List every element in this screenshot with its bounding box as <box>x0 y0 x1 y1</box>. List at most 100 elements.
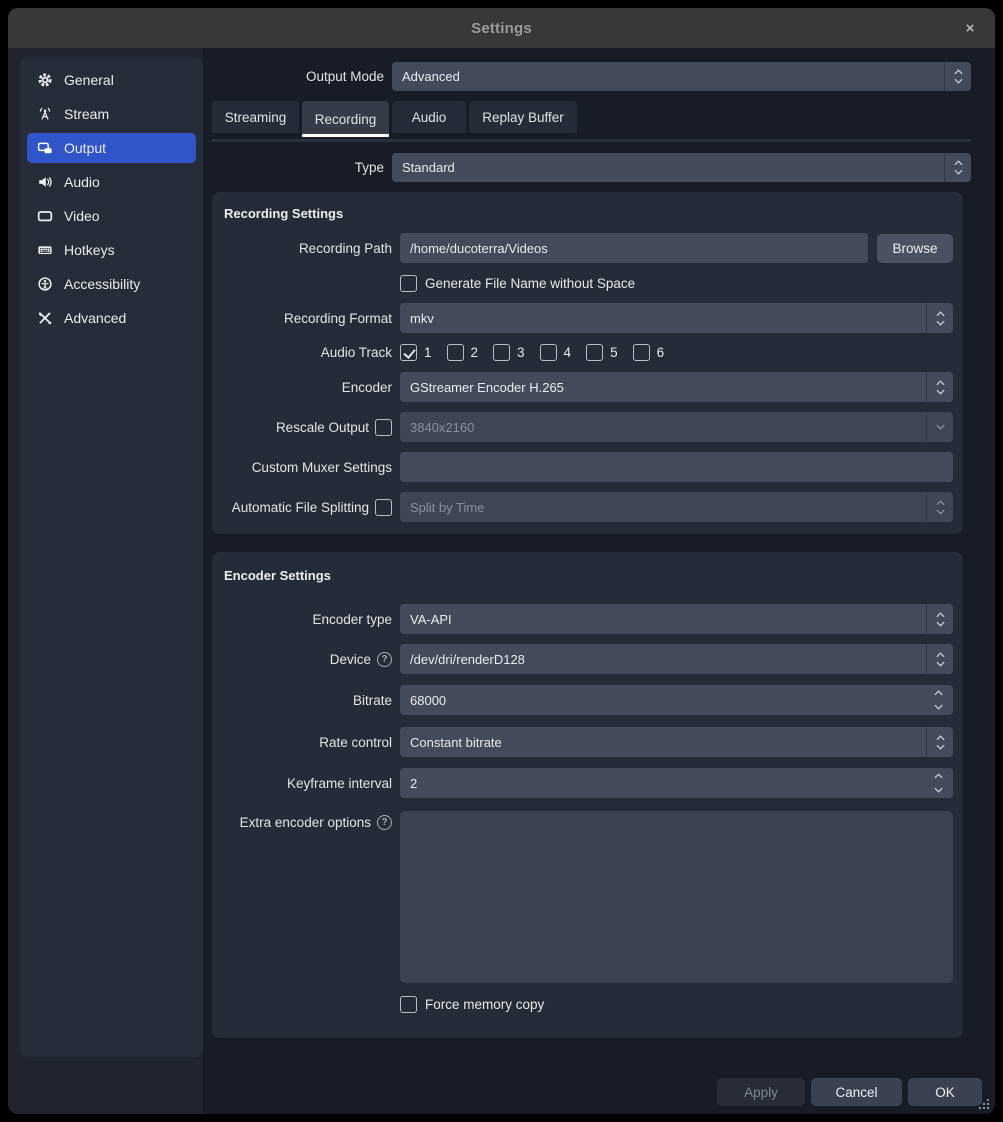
encoder-type-select[interactable]: VA-API <box>400 604 953 634</box>
sidebar-item-label: Output <box>64 140 106 156</box>
rate-control-label: Rate control <box>222 735 392 750</box>
encoder-select[interactable]: GStreamer Encoder H.265 <box>400 372 953 402</box>
generate-no-space-checkbox[interactable] <box>400 275 417 292</box>
speaker-icon <box>37 174 53 190</box>
sidebar-item-accessibility[interactable]: Accessibility <box>27 269 196 299</box>
sidebar-item-hotkeys[interactable]: Hotkeys <box>27 235 196 265</box>
close-icon[interactable]: × <box>959 8 981 48</box>
spinner-arrows-icon <box>926 492 953 522</box>
audio-track-2[interactable]: 2 <box>447 344 479 361</box>
audio-track-3-checkbox[interactable] <box>493 344 510 361</box>
spinner-arrows-icon[interactable] <box>926 644 953 674</box>
help-icon[interactable]: ? <box>377 652 392 667</box>
output-mode-label: Output Mode <box>212 69 384 84</box>
encoder-label: Encoder <box>222 380 392 395</box>
auto-split-row: Automatic File Splitting Split by Time <box>222 492 953 522</box>
sidebar-item-advanced[interactable]: Advanced <box>27 303 196 333</box>
ok-button[interactable]: OK <box>908 1078 982 1106</box>
sidebar-item-stream[interactable]: Stream <box>27 99 196 129</box>
tab-recording[interactable]: Recording <box>302 101 389 137</box>
browse-button[interactable]: Browse <box>877 234 953 263</box>
audio-track-4-checkbox[interactable] <box>540 344 557 361</box>
device-select[interactable]: /dev/dri/renderD128 <box>400 644 953 674</box>
spinner-arrows-icon[interactable] <box>944 62 971 91</box>
keyframe-interval-row: Keyframe interval 2 <box>222 768 953 798</box>
auto-split-select: Split by Time <box>400 492 953 522</box>
audio-track-label: Audio Track <box>222 345 392 360</box>
custom-muxer-input[interactable] <box>400 452 953 482</box>
recording-path-value: /home/ducoterra/Videos <box>400 241 868 256</box>
encoder-row: Encoder GStreamer Encoder H.265 <box>222 372 953 402</box>
recording-path-input[interactable]: /home/ducoterra/Videos <box>400 233 868 263</box>
sidebar-item-general[interactable]: General <box>27 65 196 95</box>
bitrate-spinner[interactable]: 68000 <box>400 685 953 715</box>
main-content: Output Mode Advanced Streaming Recording… <box>203 48 995 1114</box>
sidebar-item-video[interactable]: Video <box>27 201 196 231</box>
rate-control-value: Constant bitrate <box>400 735 926 750</box>
force-memory-copy-checkbox[interactable] <box>400 996 417 1013</box>
auto-split-label: Automatic File Splitting <box>232 500 369 515</box>
generate-no-space-label: Generate File Name without Space <box>425 276 635 291</box>
recording-format-select[interactable]: mkv <box>400 303 953 333</box>
tab-audio[interactable]: Audio <box>392 101 466 133</box>
output-mode-row: Output Mode Advanced <box>212 62 971 91</box>
audio-track-5-checkbox[interactable] <box>586 344 603 361</box>
sidebar-item-output[interactable]: Output <box>27 133 196 163</box>
encoder-settings-panel: Encoder Settings Encoder type VA-API <box>212 552 963 1038</box>
audio-track-4[interactable]: 4 <box>540 344 572 361</box>
cancel-button[interactable]: Cancel <box>811 1078 902 1106</box>
spinner-arrows-icon[interactable] <box>926 604 953 634</box>
bitrate-label: Bitrate <box>222 693 392 708</box>
extra-options-label: Extra encoder options <box>240 815 371 830</box>
bitrate-row: Bitrate 68000 <box>222 685 953 715</box>
output-tabs: Streaming Recording Audio Replay Buffer <box>212 101 971 137</box>
rescale-output-checkbox[interactable] <box>375 419 392 436</box>
settings-window-frame: Settings × General <box>0 0 1003 1122</box>
audio-track-6[interactable]: 6 <box>633 344 665 361</box>
sidebar-item-label: Accessibility <box>64 276 140 292</box>
apply-button[interactable]: Apply <box>717 1078 805 1106</box>
stepper-arrows-icon[interactable] <box>923 685 953 715</box>
sidebar-item-label: Audio <box>64 174 100 190</box>
encoder-type-row: Encoder type VA-API <box>222 604 953 634</box>
titlebar[interactable]: Settings × <box>8 8 995 48</box>
rescale-output-select: 3840x2160 <box>400 412 953 442</box>
output-icon <box>37 140 53 156</box>
encoder-type-value: VA-API <box>400 612 926 627</box>
keyframe-interval-spinner[interactable]: 2 <box>400 768 953 798</box>
help-icon[interactable]: ? <box>377 815 392 830</box>
device-value: /dev/dri/renderD128 <box>400 652 926 667</box>
rate-control-select[interactable]: Constant bitrate <box>400 727 953 757</box>
tab-replay-buffer[interactable]: Replay Buffer <box>469 101 577 133</box>
type-row: Type Standard <box>212 153 971 182</box>
custom-muxer-label: Custom Muxer Settings <box>222 460 392 475</box>
tools-icon <box>37 310 53 326</box>
audio-track-3[interactable]: 3 <box>493 344 525 361</box>
audio-track-group: 1 2 3 4 <box>400 344 664 361</box>
antenna-icon <box>37 106 53 122</box>
output-mode-select[interactable]: Advanced <box>392 62 971 91</box>
recording-format-label: Recording Format <box>222 311 392 326</box>
audio-track-6-checkbox[interactable] <box>633 344 650 361</box>
stepper-arrows-icon[interactable] <box>923 768 953 798</box>
tab-streaming[interactable]: Streaming <box>212 101 299 133</box>
type-select[interactable]: Standard <box>392 153 971 182</box>
spinner-arrows-icon[interactable] <box>944 153 971 182</box>
resize-grip-icon[interactable] <box>978 1098 990 1110</box>
audio-track-5[interactable]: 5 <box>586 344 618 361</box>
sidebar-item-audio[interactable]: Audio <box>27 167 196 197</box>
audio-track-1[interactable]: 1 <box>400 344 432 361</box>
audio-track-1-checkbox[interactable] <box>400 344 417 361</box>
window-body: General Stream Output <box>8 48 995 1114</box>
chevron-down-icon <box>926 412 953 442</box>
extra-options-textarea[interactable] <box>400 811 953 983</box>
spinner-arrows-icon[interactable] <box>926 727 953 757</box>
spinner-arrows-icon[interactable] <box>926 372 953 402</box>
keyboard-icon <box>37 242 53 258</box>
spinner-arrows-icon[interactable] <box>926 303 953 333</box>
auto-split-checkbox[interactable] <box>375 499 392 516</box>
custom-muxer-row: Custom Muxer Settings <box>222 452 953 482</box>
keyframe-interval-value: 2 <box>400 776 923 791</box>
audio-track-2-checkbox[interactable] <box>447 344 464 361</box>
generate-no-space-row: Generate File Name without Space <box>222 275 953 292</box>
